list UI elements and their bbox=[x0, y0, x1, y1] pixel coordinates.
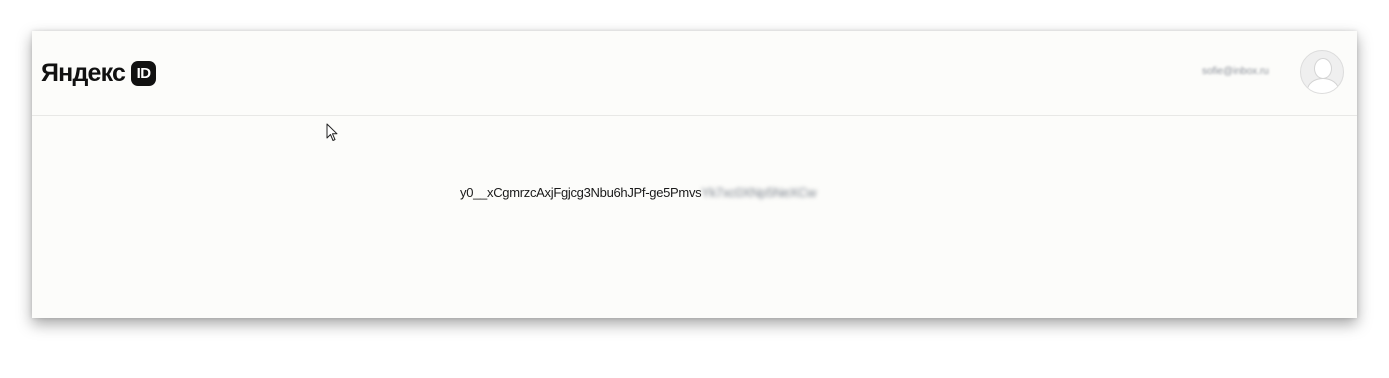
token-blurred-part: Yk7xc0XNp5NeXCw bbox=[701, 185, 817, 200]
yandex-id-logo[interactable]: Яндекс ID bbox=[41, 58, 157, 88]
user-email[interactable]: sofie@inbox.ru bbox=[1202, 66, 1269, 77]
browser-page: Яндекс ID sofie@inbox.ru y0__xCgmrzcAxjF… bbox=[32, 31, 1357, 318]
user-avatar-icon[interactable] bbox=[1300, 50, 1344, 94]
page-header: Яндекс ID sofie@inbox.ru bbox=[32, 31, 1357, 116]
token-visible-part: y0__xCgmrzcAxjFgjcg3Nbu6hJPf-ge5Pmvs bbox=[460, 185, 702, 200]
mouse-pointer-icon bbox=[326, 123, 338, 141]
oauth-token: y0__xCgmrzcAxjFgjcg3Nbu6hJPf-ge5PmvsYk7x… bbox=[460, 185, 816, 200]
id-badge-icon: ID bbox=[131, 60, 157, 86]
logo-text: Яндекс bbox=[41, 59, 126, 87]
avatar-head-shape bbox=[1314, 58, 1332, 79]
avatar-body-shape bbox=[1307, 78, 1339, 93]
